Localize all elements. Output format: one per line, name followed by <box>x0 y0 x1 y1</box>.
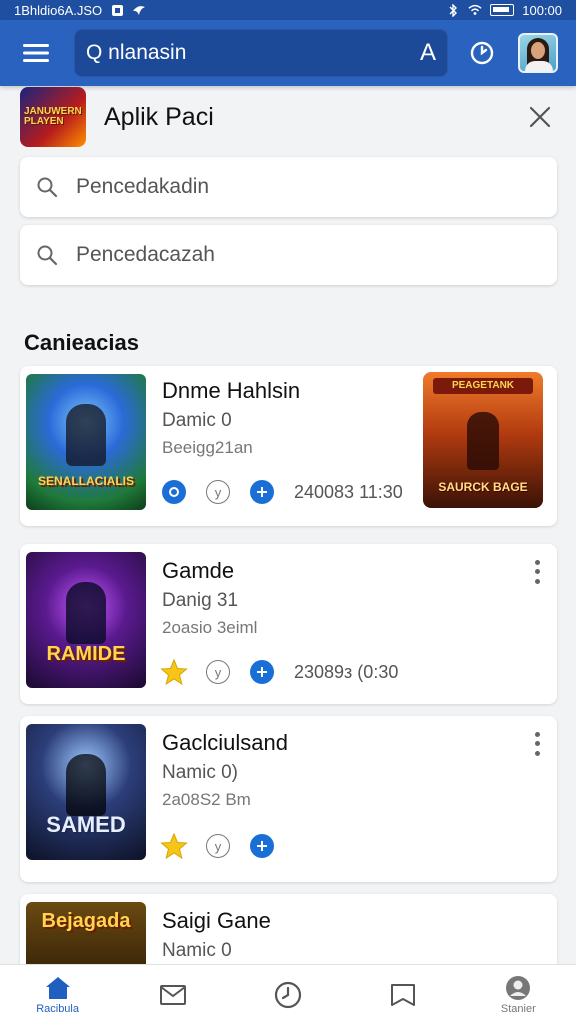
favorite-button[interactable] <box>160 832 188 860</box>
timer-icon: y <box>206 834 230 858</box>
favorite-button[interactable] <box>160 658 188 686</box>
featured-thumbnail[interactable]: PEAGETANK SAURCK BAGE <box>423 372 543 508</box>
nav-home-label: Racibula <box>36 1002 79 1015</box>
status-left-text: 1Bhldio6A.JSO <box>14 2 103 18</box>
app-thumbnail-text: JANUWERN PLAYEN <box>24 106 82 127</box>
game-thumbnail-text: SAMED <box>46 812 126 837</box>
game-subtitle: Damic 0 <box>162 410 232 431</box>
notification-bird-icon <box>132 4 146 17</box>
nav-history[interactable] <box>240 965 336 1024</box>
card-actions: y <box>160 832 292 860</box>
app-notification-icon <box>110 4 124 17</box>
mail-icon <box>159 984 186 1005</box>
search-input-1[interactable] <box>76 175 516 199</box>
bluetooth-icon <box>446 3 460 17</box>
clock-icon <box>274 981 302 1008</box>
game-card[interactable]: RAMIDE Gamde Danig 31 2oasio 3eiml y 230… <box>20 544 557 704</box>
plus-icon <box>257 841 267 851</box>
nav-profile[interactable]: Stanier <box>470 965 566 1024</box>
card-actions: y 23089з (0:30 <box>160 658 398 686</box>
game-meta: 23089з (0:30 <box>294 661 399 682</box>
search-icon <box>37 177 58 198</box>
game-thumbnail-text: Bejagada <box>41 910 131 932</box>
history-action-button[interactable]: y <box>204 478 232 506</box>
app-thumbnail[interactable]: JANUWERN PLAYEN <box>20 87 86 147</box>
home-icon <box>45 976 70 999</box>
game-card[interactable]: Bejagada Saigi Gane Namic 0 <box>20 894 557 964</box>
game-title: Saigi Gane <box>162 908 271 933</box>
bottom-navigation: Racibula Stanier <box>0 964 576 1024</box>
timer-icon: y <box>206 660 230 684</box>
add-button[interactable] <box>248 832 276 860</box>
status-bar: 1Bhldio6A.JSO 100:00 <box>0 0 576 20</box>
game-thumbnail[interactable]: RAMIDE <box>26 552 146 688</box>
hamburger-icon <box>23 44 49 62</box>
play-button[interactable] <box>160 478 188 506</box>
featured-banner: PEAGETANK <box>433 378 533 394</box>
game-title: Gamde <box>162 558 235 583</box>
search-input-2[interactable] <box>76 243 516 267</box>
game-detail: Beeigg21an <box>162 438 253 457</box>
wifi-icon <box>468 4 482 17</box>
add-button[interactable] <box>248 478 276 506</box>
game-thumbnail-text: SENALLACIALIS <box>38 474 134 488</box>
app-title: Aplik Paci <box>104 102 214 131</box>
history-action-button[interactable]: y <box>204 658 232 686</box>
status-time: 100:00 <box>522 2 562 18</box>
game-thumbnail[interactable]: SAMED <box>26 724 146 860</box>
featured-thumbnail-text: SAURCK BAGE <box>438 480 528 494</box>
timer-icon: y <box>206 480 230 504</box>
star-icon <box>160 658 188 686</box>
nav-profile-label: Stanier <box>500 1002 536 1015</box>
search-icon <box>37 245 58 266</box>
card-actions: y 240083 11:30 <box>160 478 403 506</box>
nav-mail[interactable] <box>125 965 221 1024</box>
game-thumbnail[interactable]: Bejagada <box>26 902 146 964</box>
nav-home[interactable]: Racibula <box>10 965 106 1024</box>
plus-icon <box>257 667 267 677</box>
close-button[interactable] <box>524 101 556 133</box>
top-search-bar[interactable]: Q nlanasin A <box>74 29 448 77</box>
search-field-1[interactable] <box>20 157 557 217</box>
game-thumbnail[interactable]: SENALLACIALIS <box>26 374 146 510</box>
history-button[interactable] <box>460 31 504 75</box>
shield-icon <box>169 487 179 497</box>
book-icon <box>391 983 416 1006</box>
search-field-2[interactable] <box>20 225 557 285</box>
top-search-text: Q nlanasin <box>86 41 187 64</box>
game-subtitle: Namic 0 <box>162 940 232 961</box>
more-options-button[interactable] <box>529 558 545 586</box>
profile-icon <box>506 975 531 1000</box>
game-title: Dnme Hahlsin <box>162 378 301 403</box>
game-subtitle: Danig 31 <box>162 590 239 611</box>
game-card[interactable]: SAMED Gaclciulsand Namic 0) 2a08S2 Bm y <box>20 716 557 882</box>
game-thumbnail-text: RAMIDE <box>46 643 126 665</box>
menu-button[interactable] <box>14 31 58 75</box>
clock-icon <box>470 41 494 65</box>
section-title: Canieacias <box>24 330 139 355</box>
app-bar: Q nlanasin A <box>0 20 576 86</box>
user-avatar[interactable] <box>518 33 558 73</box>
close-icon <box>529 106 551 128</box>
game-card[interactable]: SENALLACIALIS Dnme Hahlsin Damic 0 Beeig… <box>20 366 557 526</box>
game-meta: 240083 11:30 <box>294 481 403 502</box>
nav-library[interactable] <box>355 965 451 1024</box>
star-icon <box>160 832 188 860</box>
more-options-button[interactable] <box>529 730 545 758</box>
game-subtitle: Namic 0) <box>162 762 239 783</box>
game-title: Gaclciulsand <box>162 730 288 755</box>
game-detail: 2oasio 3eiml <box>162 618 258 637</box>
game-detail: 2a08S2 Bm <box>162 790 251 809</box>
main-content: JANUWERN PLAYEN Aplik Paci Canieacias SE… <box>0 86 576 964</box>
account-letter[interactable]: A <box>420 39 436 67</box>
battery-icon <box>490 4 515 16</box>
app-header: JANUWERN PLAYEN Aplik Paci <box>20 86 560 148</box>
plus-icon <box>257 487 267 497</box>
add-button[interactable] <box>248 658 276 686</box>
history-action-button[interactable]: y <box>204 832 232 860</box>
